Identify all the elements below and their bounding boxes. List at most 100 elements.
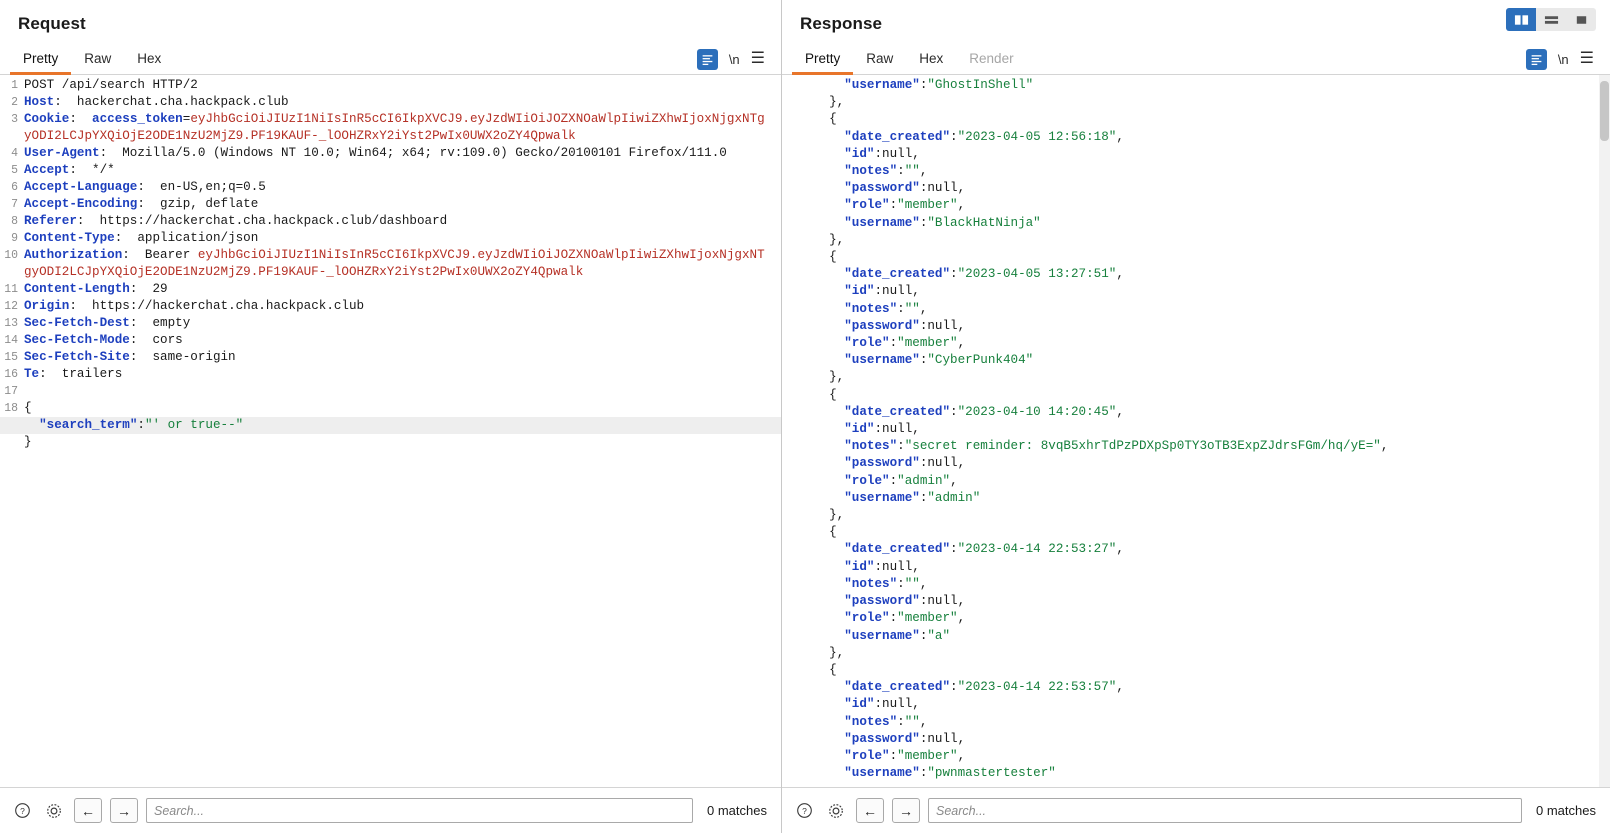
newline-toggle[interactable]: \n	[1558, 52, 1569, 67]
line-content: Host: hackerchat.cha.hackpack.club	[24, 95, 289, 109]
line-content: Accept: */*	[24, 163, 115, 177]
response-line: "notes":"",	[814, 576, 928, 591]
tab-response-pretty[interactable]: Pretty	[792, 44, 854, 75]
line-content: Sec-Fetch-Dest: empty	[24, 316, 191, 330]
layout-single-button[interactable]	[1566, 8, 1596, 31]
line-content: Origin: https://hackerchat.cha.hackpack.…	[24, 299, 365, 313]
response-line: "date_created":"2023-04-05 13:27:51",	[814, 267, 1124, 282]
arrow-left-icon[interactable]: ←	[74, 798, 102, 823]
line-number: 15	[4, 351, 18, 364]
response-scrollbar[interactable]	[1599, 75, 1610, 787]
line-content: Te: trailers	[24, 367, 123, 381]
request-tab-tools: \n ☰	[696, 48, 781, 70]
line-content: Accept-Language: en-US,en;q=0.5	[24, 180, 266, 194]
request-editor[interactable]: 1 POST /api/search HTTP/2 2 Host: hackercha…	[0, 75, 781, 787]
response-line: {	[814, 387, 837, 402]
hamburger-menu-icon[interactable]: ☰	[751, 51, 765, 67]
request-code-lines: 1 POST /api/search HTTP/2 2 Host: hackercha…	[0, 75, 781, 787]
request-line: 3 Cookie: access_token=eyJhbGciOiJIUzI1Ni…	[0, 111, 781, 145]
request-search-input[interactable]	[146, 798, 694, 823]
response-line: "password":null,	[814, 594, 966, 609]
response-line: "id":null,	[814, 146, 920, 161]
line-content: Sec-Fetch-Site: same-origin	[24, 350, 236, 364]
line-number: 14	[4, 334, 18, 347]
line-number: 7	[11, 198, 18, 211]
response-line: },	[814, 508, 845, 523]
format-lines-icon[interactable]	[1525, 48, 1547, 70]
layout-side-by-side-button[interactable]	[1506, 8, 1536, 31]
newline-toggle[interactable]: \n	[729, 52, 740, 67]
response-line: "role":"admin",	[814, 473, 958, 488]
hamburger-menu-icon[interactable]: ☰	[1580, 51, 1594, 67]
line-number: 2	[11, 96, 18, 109]
response-scrollbar-thumb[interactable]	[1600, 81, 1609, 141]
arrow-right-icon[interactable]: →	[110, 798, 138, 823]
tab-response-render[interactable]: Render	[956, 44, 1026, 75]
line-number: 11	[4, 283, 18, 296]
response-line: "role":"member",	[814, 198, 966, 213]
tab-request-raw[interactable]: Raw	[71, 44, 124, 75]
request-line: 12 Origin: https://hackerchat.cha.hackpac…	[0, 298, 781, 315]
response-tabbar: Pretty Raw Hex Render \n ☰	[782, 44, 1610, 75]
request-line: 1 POST /api/search HTTP/2	[0, 77, 781, 94]
line-content: Sec-Fetch-Mode: cors	[24, 333, 183, 347]
response-line: },	[814, 645, 845, 660]
arrow-left-icon[interactable]: ←	[856, 798, 884, 823]
line-number: 3	[11, 113, 18, 126]
response-line: },	[814, 95, 845, 110]
layout-toggle-group	[1506, 8, 1596, 31]
line-content: Content-Length: 29	[24, 282, 168, 296]
response-tab-tools: \n ☰	[1525, 48, 1610, 70]
response-editor[interactable]: "username":"GhostInShell" }, { "date_cre…	[782, 75, 1610, 787]
arrow-right-icon[interactable]: →	[892, 798, 920, 823]
response-line: "password":null,	[814, 456, 966, 471]
request-line: 4 User-Agent: Mozilla/5.0 (Windows NT 10.…	[0, 145, 781, 162]
line-number: 12	[4, 300, 18, 313]
response-line: "date_created":"2023-04-05 12:56:18",	[814, 129, 1124, 144]
response-line: "username":"GhostInShell"	[814, 78, 1034, 92]
request-line: 16 Te: trailers	[0, 366, 781, 383]
tab-response-hex[interactable]: Hex	[906, 44, 956, 75]
response-line: {	[814, 525, 837, 540]
response-title: Response	[800, 14, 883, 33]
request-tabbar: Pretty Raw Hex \n ☰	[0, 44, 781, 75]
request-line: 8 Referer: https://hackerchat.cha.hackpac…	[0, 213, 781, 230]
response-line: "notes":"",	[814, 714, 928, 729]
gear-icon[interactable]	[42, 799, 66, 823]
request-match-count: 0 matches	[707, 803, 767, 818]
tab-request-hex[interactable]: Hex	[124, 44, 174, 75]
line-number: 17	[4, 385, 18, 398]
help-circle-icon[interactable]: ?	[10, 799, 34, 823]
request-line: 6 Accept-Language: en-US,en;q=0.5	[0, 179, 781, 196]
request-line: 17	[0, 383, 781, 400]
response-line: "role":"member",	[814, 611, 966, 626]
response-line: {	[814, 112, 837, 127]
response-line: "id":null,	[814, 284, 920, 299]
layout-stacked-button[interactable]	[1536, 8, 1566, 31]
svg-text:?: ?	[802, 806, 807, 816]
line-content: Cookie: access_token=eyJhbGciOiJIUzI1NiI…	[24, 112, 765, 143]
response-line: },	[814, 232, 845, 247]
response-line: },	[814, 370, 845, 385]
line-number: 1	[11, 79, 18, 92]
response-line: "id":null,	[814, 422, 920, 437]
response-panel: Response Pretty Raw Hex Render \n ☰ "use…	[782, 0, 1610, 833]
format-lines-icon[interactable]	[696, 48, 718, 70]
response-line: "id":null,	[814, 559, 920, 574]
request-title: Request	[18, 14, 86, 33]
response-line: {	[814, 250, 837, 265]
line-number: 4	[11, 147, 18, 160]
tab-response-raw[interactable]: Raw	[853, 44, 906, 75]
line-number: 8	[11, 215, 18, 228]
gear-icon[interactable]	[824, 799, 848, 823]
help-circle-icon[interactable]: ?	[792, 799, 816, 823]
response-line: "username":"CyberPunk404"	[814, 353, 1034, 368]
line-content: POST /api/search HTTP/2	[24, 78, 198, 92]
tab-request-pretty[interactable]: Pretty	[10, 44, 72, 75]
request-line: 14 Sec-Fetch-Mode: cors	[0, 332, 781, 349]
line-number: 5	[11, 164, 18, 177]
line-content: Accept-Encoding: gzip, deflate	[24, 197, 259, 211]
response-line: "password":null,	[814, 181, 966, 196]
response-search-input[interactable]	[928, 798, 1523, 823]
request-line: "search_term":"' or true--"	[0, 417, 781, 434]
